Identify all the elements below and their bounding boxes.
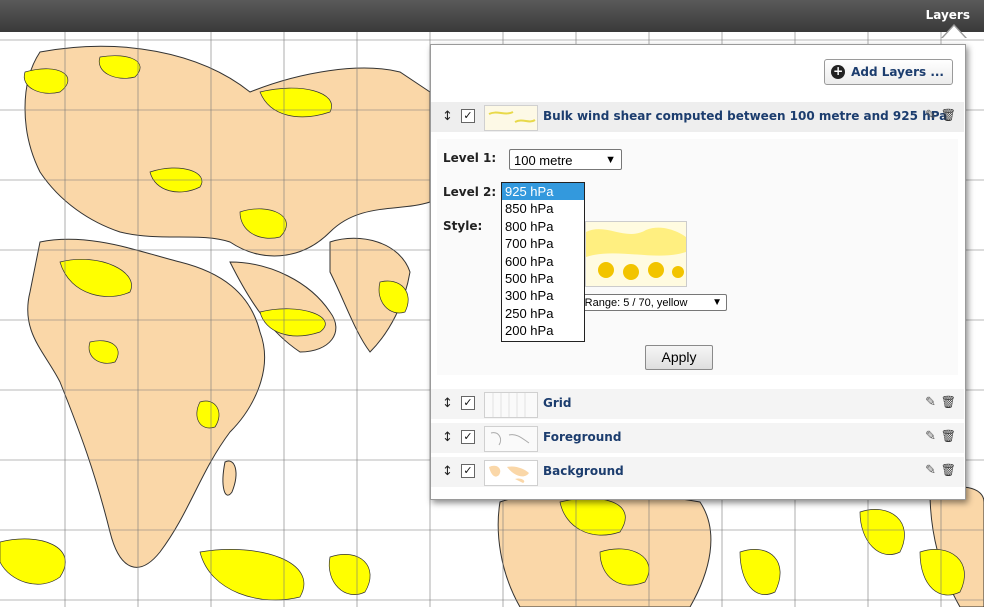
style-label: Style: [443, 219, 483, 233]
style-preview [585, 221, 687, 287]
chevron-down-icon: ▼ [605, 154, 616, 166]
layer-visibility-checkbox[interactable]: ✓ [461, 430, 475, 444]
layer-row-background[interactable]: ↕ ✓ Background ✎ 🗑 [431, 457, 964, 487]
layer-row-grid[interactable]: ↕ ✓ Grid ✎ 🗑 [431, 389, 964, 419]
layers-toggle[interactable]: Layers [926, 8, 970, 22]
top-bar: Layers [0, 0, 984, 32]
panel-pointer-fill [942, 26, 966, 39]
style-select[interactable]: (Range: 5 / 70, yellow ▼ [577, 294, 727, 311]
apply-button[interactable]: Apply [645, 345, 713, 370]
layer-settings: Level 1: 100 metre ▼ Level 2: 925 hPa 85… [437, 139, 958, 375]
level2-option[interactable]: 800 hPa [502, 218, 584, 235]
level1-label: Level 1: [443, 151, 497, 165]
drag-handle-icon[interactable]: ↕ [442, 430, 453, 445]
layers-panel: + Add Layers ... ↕ ✓ Bulk wind shear com… [430, 44, 966, 500]
layer-thumbnail [484, 105, 538, 131]
level2-option[interactable]: 600 hPa [502, 253, 584, 270]
level2-dropdown[interactable]: 925 hPa 850 hPa 800 hPa 700 hPa 600 hPa … [501, 182, 585, 342]
trash-icon[interactable]: 🗑 [941, 395, 956, 409]
drag-handle-icon[interactable]: ↕ [442, 396, 453, 411]
pencil-icon[interactable]: ✎ [925, 463, 936, 478]
layer-visibility-checkbox[interactable]: ✓ [461, 396, 475, 410]
add-layers-button[interactable]: + Add Layers ... [824, 59, 953, 85]
layer-thumbnail [484, 460, 538, 486]
level2-label: Level 2: [443, 185, 497, 199]
layer-visibility-checkbox[interactable]: ✓ [461, 109, 475, 123]
drag-handle-icon[interactable]: ↕ [442, 109, 453, 124]
level1-value: 100 metre [514, 153, 573, 168]
level2-option[interactable]: 700 hPa [502, 235, 584, 252]
layer-row-foreground[interactable]: ↕ ✓ Foreground ✎ 🗑 [431, 423, 964, 453]
pencil-icon[interactable]: ✎ [925, 108, 936, 123]
layer-name[interactable]: Foreground [543, 430, 621, 444]
layer-thumbnail [484, 392, 538, 418]
level2-option[interactable]: 925 hPa [502, 183, 584, 201]
layer-name[interactable]: Bulk wind shear computed between 100 met… [543, 109, 947, 123]
trash-icon[interactable]: 🗑 [941, 463, 956, 477]
pencil-icon[interactable]: ✎ [925, 395, 936, 410]
layer-visibility-checkbox[interactable]: ✓ [461, 464, 475, 478]
level2-option[interactable]: 200 hPa [502, 322, 584, 339]
level2-option[interactable]: 850 hPa [502, 200, 584, 217]
trash-icon[interactable]: 🗑 [941, 429, 956, 443]
add-layers-label: Add Layers ... [851, 65, 944, 79]
layer-row-windshear[interactable]: ↕ ✓ Bulk wind shear computed between 100… [431, 102, 964, 132]
layer-name[interactable]: Grid [543, 396, 571, 410]
trash-icon[interactable]: 🗑 [941, 108, 956, 122]
level2-option[interactable]: 250 hPa [502, 305, 584, 322]
drag-handle-icon[interactable]: ↕ [442, 464, 453, 479]
level1-select[interactable]: 100 metre ▼ [509, 149, 622, 170]
layer-name[interactable]: Background [543, 464, 624, 478]
level2-option[interactable]: 500 hPa [502, 270, 584, 287]
style-value: (Range: 5 / 70, yellow [581, 297, 688, 309]
layer-thumbnail [484, 426, 538, 452]
chevron-down-icon: ▼ [712, 297, 722, 308]
plus-circle-icon: + [831, 64, 846, 79]
level2-option[interactable]: 300 hPa [502, 287, 584, 304]
pencil-icon[interactable]: ✎ [925, 429, 936, 444]
